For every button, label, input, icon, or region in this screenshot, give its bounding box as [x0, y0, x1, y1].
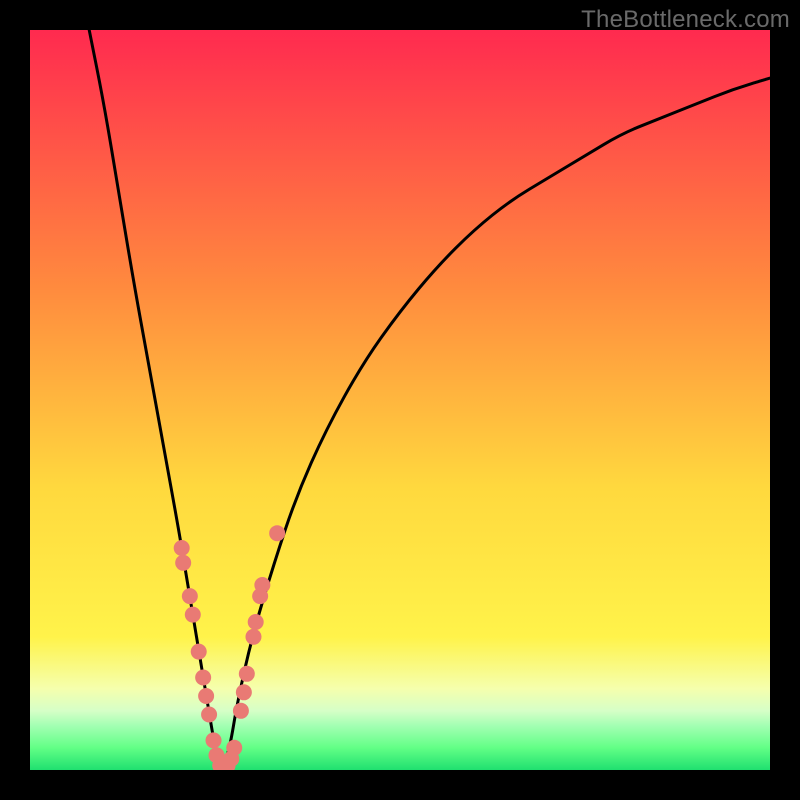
scatter-points	[174, 525, 285, 770]
data-point	[185, 607, 201, 623]
data-point	[254, 577, 270, 593]
data-point	[182, 588, 198, 604]
data-point	[245, 629, 261, 645]
outer-frame: TheBottleneck.com	[0, 0, 800, 800]
data-point	[198, 688, 214, 704]
data-point	[201, 707, 217, 723]
data-point	[239, 666, 255, 682]
data-point	[175, 555, 191, 571]
data-point	[174, 540, 190, 556]
data-point	[206, 732, 222, 748]
data-point	[269, 525, 285, 541]
plot-area	[30, 30, 770, 770]
data-point	[248, 614, 264, 630]
data-point	[236, 684, 252, 700]
chart-svg	[30, 30, 770, 770]
data-point	[195, 670, 211, 686]
data-point	[233, 703, 249, 719]
data-point	[191, 644, 207, 660]
data-point	[226, 740, 242, 756]
